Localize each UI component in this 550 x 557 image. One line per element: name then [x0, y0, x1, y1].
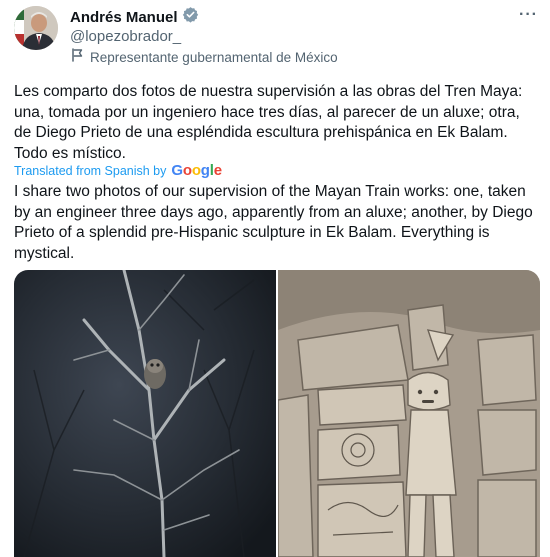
affiliation-text: Representante gubernamental de México: [90, 49, 338, 65]
tweet-text-translated: I share two photos of our supervision of…: [14, 183, 533, 262]
government-flag-icon: [70, 48, 84, 67]
author-name[interactable]: Andrés Manuel: [70, 8, 178, 28]
more-options-icon[interactable]: ···: [519, 6, 538, 24]
avatar[interactable]: [14, 6, 58, 50]
translated-label: Translated from Spanish by: [14, 164, 167, 178]
author-handle[interactable]: @lopezobrador_: [70, 27, 181, 47]
photo-tree-night[interactable]: [14, 270, 276, 557]
media-grid: [14, 270, 540, 557]
verified-badge-icon: [182, 6, 199, 29]
author-row[interactable]: Andrés Manuel: [70, 6, 199, 29]
affiliation-label: Representante gubernamental de México: [70, 48, 338, 67]
photo-mayan-sculpture[interactable]: [278, 270, 540, 557]
tweet-text-original: Les comparto dos fotos de nuestra superv…: [14, 83, 523, 162]
google-logo: Google: [171, 162, 222, 179]
tweet: Andrés Manuel @lopezobrador_ Representan…: [0, 0, 550, 557]
translation-attribution: Translated from Spanish by Google: [14, 162, 222, 180]
